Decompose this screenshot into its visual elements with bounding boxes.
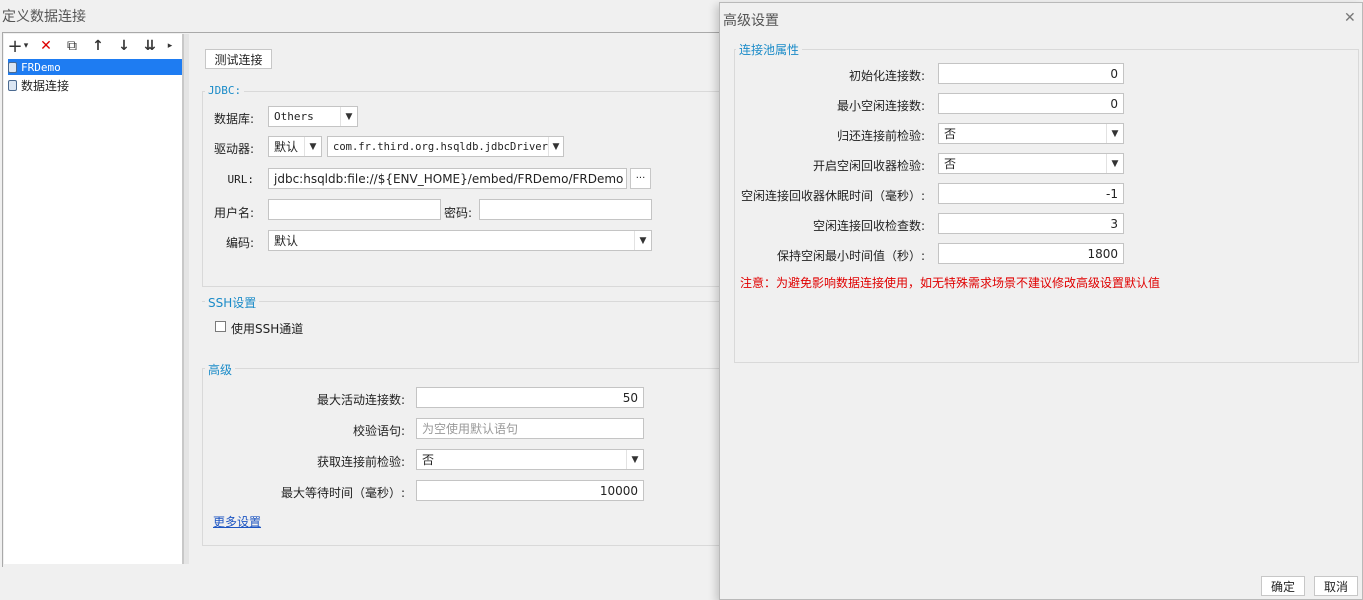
advanced-section-title: 高级 [205,361,236,378]
min-idle-field[interactable]: 0 [938,93,1124,114]
collapse-arrow-icon[interactable]: ▸ [167,37,173,55]
max-active-field[interactable]: 50 [416,387,644,408]
max-active-label: 最大活动连接数: [316,393,405,407]
encoding-select[interactable]: 默认 ▼ [268,230,652,251]
sidebar-item-data-connection[interactable]: 数据连接 [8,77,182,93]
connection-list-pane [4,34,183,564]
test-before-borrow-label: 获取连接前检验: [316,455,405,469]
ok-button[interactable]: 确定 [1261,576,1305,596]
initial-size-label: 初始化连接数: [848,69,925,83]
driver-mode-select[interactable]: 默认 ▼ [268,136,322,157]
num-tests-per-eviction-label: 空闲连接回收检查数: [812,219,925,233]
use-ssh-checkbox[interactable] [215,321,226,332]
min-evictable-idle-label: 保持空闲最小时间值（秒）: [776,249,925,263]
bottom-strip [2,567,719,600]
eviction-interval-field[interactable]: -1 [938,183,1124,204]
database-icon [8,79,17,91]
test-while-idle-select[interactable]: 否 ▼ [938,153,1124,174]
more-settings-link[interactable]: 更多设置 [213,513,261,530]
encoding-select-value: 默认 [274,234,299,248]
dialog-title: 高级设置 [723,13,779,29]
test-on-return-select[interactable]: 否 ▼ [938,123,1124,144]
pool-properties-title: 连接池属性 [736,41,803,58]
driver-class-value: com.fr.third.org.hsqldb.jdbcDriver [333,140,548,153]
add-dropdown-icon[interactable]: ▾ [23,37,29,55]
use-ssh-label: 使用SSH通道 [231,322,304,336]
initial-size-field[interactable]: 0 [938,63,1124,84]
eviction-interval-label: 空闲连接回收器休眠时间（毫秒）: [740,189,925,203]
ssh-section-title: SSH设置 [205,294,260,311]
test-connection-button[interactable]: 测试连接 [205,49,272,69]
sidebar-item-frdemo[interactable]: FRDemo [8,59,182,75]
driver-label: 驱动器: [213,142,254,156]
close-icon[interactable]: ✕ [1344,10,1356,26]
validation-query-field[interactable]: 为空使用默认语句 [416,418,644,439]
advanced-settings-dialog: 高级设置 ✕ 连接池属性 初始化连接数: 0 最小空闲连接数: 0 归还连接前检… [719,2,1363,600]
list-toolbar: + ▾ ✕ ⧉ ↑ ↓ ⇊ ▸ [6,36,186,57]
url-field[interactable]: jdbc:hsqldb:file://${ENV_HOME}/embed/FRD… [268,168,627,189]
database-label: 数据库: [213,112,254,126]
url-browse-button[interactable]: ··· [630,168,651,189]
driver-mode-value: 默认 [274,140,299,154]
database-select[interactable]: Others ▼ [268,106,358,127]
chevron-down-icon: ▼ [1106,154,1123,173]
add-icon[interactable]: + [6,36,24,57]
move-down-icon[interactable]: ↓ [115,37,133,55]
min-evictable-idle-field[interactable]: 1800 [938,243,1124,264]
max-wait-label: 最大等待时间（毫秒）: [280,486,405,500]
username-field[interactable] [268,199,441,220]
test-while-idle-label: 开启空闲回收器检验: [812,159,925,173]
move-up-icon[interactable]: ↑ [89,37,107,55]
url-label: URL: [227,173,255,186]
password-field[interactable] [479,199,652,220]
copy-icon[interactable]: ⧉ [63,37,81,55]
chevron-down-icon: ▼ [547,137,563,156]
validation-query-label: 校验语句: [352,424,405,438]
chevron-down-icon: ▼ [340,107,357,126]
chevron-down-icon: ▼ [1106,124,1123,143]
sidebar-item-label: 数据连接 [21,78,70,93]
database-icon [8,61,17,73]
jdbc-section-title: JDBC: [205,84,245,97]
database-select-value: Others [274,110,314,123]
move-bottom-icon[interactable]: ⇊ [141,37,159,55]
delete-icon[interactable]: ✕ [37,37,55,55]
password-label: 密码: [444,206,473,220]
chevron-down-icon: ▼ [626,450,643,469]
chevron-down-icon: ▼ [634,231,651,250]
driver-class-select[interactable]: com.fr.third.org.hsqldb.jdbcDriver ▼ [327,136,564,157]
test-on-return-value: 否 [944,127,957,141]
test-while-idle-value: 否 [944,157,957,171]
min-idle-label: 最小空闲连接数: [836,99,925,113]
num-tests-per-eviction-field[interactable]: 3 [938,213,1124,234]
test-before-borrow-select[interactable]: 否 ▼ [416,449,644,470]
test-on-return-label: 归还连接前检验: [836,129,925,143]
define-data-connection-window: 定义数据连接 + ▾ ✕ ⧉ ↑ ↓ ⇊ ▸ FRDemo 数据连接 测试连接 … [0,0,1363,600]
window-title: 定义数据连接 [2,9,86,25]
chevron-down-icon: ▼ [304,137,321,156]
warning-text: 注意：为避免影响数据连接使用，如无特殊需求场景不建议修改高级设置默认值 [740,276,1161,290]
encoding-label: 编码: [225,236,254,250]
sidebar-item-label: FRDemo [21,60,61,74]
username-label: 用户名: [213,206,254,220]
max-wait-field[interactable]: 10000 [416,480,644,501]
test-before-borrow-value: 否 [422,453,435,467]
cancel-button[interactable]: 取消 [1314,576,1358,596]
